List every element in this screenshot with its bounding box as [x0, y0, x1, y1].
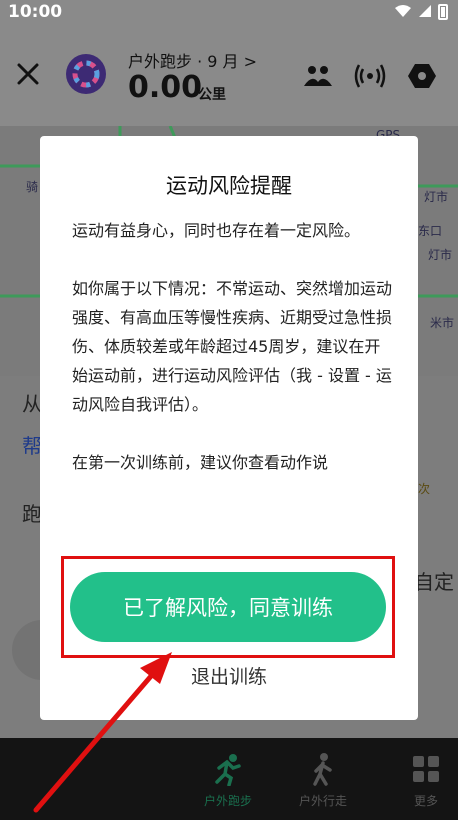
dialog-paragraph: 如你属于以下情况：不常运动、突然增加运动强度、有高血压等慢性疾病、近期受过急性损…: [72, 279, 393, 414]
wifi-icon: [395, 5, 411, 17]
map-label: 米市: [430, 316, 455, 330]
battery-icon: [438, 4, 448, 20]
map-label: 灯市: [428, 248, 453, 262]
close-icon[interactable]: [14, 60, 42, 88]
group-run-icon[interactable]: [302, 62, 334, 90]
running-icon: [215, 754, 241, 786]
top-bar: 户外跑步 · 9 月 > 0.00 公里: [0, 26, 458, 126]
bottom-nav: 户外跑步 户外行走 更多: [0, 738, 458, 820]
exit-training-button[interactable]: 退出训练: [40, 662, 418, 689]
map-label: 东口: [418, 224, 443, 238]
nav-label: 户外跑步: [203, 794, 252, 808]
grid-icon: [413, 756, 439, 782]
nav-more[interactable]: 更多: [386, 752, 458, 809]
nav-outdoor-run[interactable]: 户外跑步: [188, 752, 268, 809]
walking-icon: [313, 753, 332, 786]
map-label: 灯市: [424, 190, 449, 204]
highlight-box: [61, 556, 395, 658]
nav-label: 户外行走: [298, 794, 347, 808]
status-time: 10:00: [8, 2, 63, 22]
map-label: 骑: [26, 180, 39, 194]
dialog-paragraph: 在第一次训练前，建议你查看动作说: [72, 453, 329, 472]
dialog-body: 运动有益身心，同时也存在着一定风险。 如你属于以下情况：不常运动、突然增加运动强…: [72, 216, 392, 477]
distance-value: 0.00: [128, 70, 203, 105]
settings-icon[interactable]: [406, 62, 438, 90]
bg-link[interactable]: 帮: [22, 430, 42, 459]
bg-text: 自定: [414, 570, 454, 594]
times-badge: 次: [418, 482, 431, 496]
status-icons: [394, 4, 448, 20]
status-bar: 10:00: [0, 0, 458, 26]
bg-text: 从: [22, 392, 42, 416]
nav-outdoor-walk[interactable]: 户外行走: [283, 752, 363, 809]
bg-text: 跑: [22, 502, 42, 526]
dialog-paragraph: 运动有益身心，同时也存在着一定风险。: [72, 221, 361, 240]
run-mode-selector[interactable]: 户外跑步 · 9 月 >: [128, 48, 257, 72]
dialog-title: 运动风险提醒: [166, 174, 292, 198]
app-logo-icon: [66, 54, 106, 94]
nav-label: 更多: [413, 794, 438, 808]
distance-unit: 公里: [198, 87, 226, 103]
broadcast-icon[interactable]: [354, 62, 386, 90]
signal-icon: [419, 5, 431, 17]
